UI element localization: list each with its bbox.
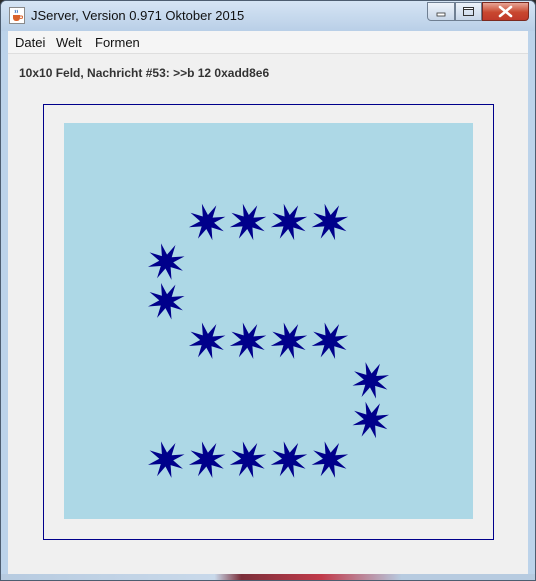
- star-shape: [352, 362, 390, 399]
- window-title: JServer, Version 0.971 Oktober 2015: [31, 8, 245, 23]
- star-shape: [229, 441, 267, 478]
- menu-formen[interactable]: Formen: [95, 35, 140, 50]
- close-button[interactable]: [482, 2, 529, 21]
- menu-welt[interactable]: Welt: [56, 35, 82, 50]
- star-shape: [147, 243, 185, 280]
- star-shape: [270, 441, 308, 478]
- title-bar[interactable]: JServer, Version 0.971 Oktober 2015: [1, 1, 535, 31]
- star-shape: [147, 441, 185, 478]
- java-cup-icon[interactable]: [9, 7, 25, 24]
- board[interactable]: [64, 123, 473, 519]
- star-shape: [270, 203, 308, 241]
- taskbar-strip: [1, 574, 535, 580]
- star-shape: [311, 203, 349, 241]
- star-shape: [188, 203, 226, 241]
- star-shape: [147, 282, 185, 320]
- star-shape: [352, 401, 390, 439]
- app-window: JServer, Version 0.971 Oktober 2015 Date…: [0, 0, 536, 581]
- menu-bar: Datei Welt Formen: [8, 31, 528, 54]
- close-icon: [498, 5, 513, 18]
- star-shape: [188, 441, 226, 478]
- star-shape: [188, 322, 226, 360]
- status-message: 10x10 Feld, Nachricht #53: >>b 12 0xadd8…: [19, 66, 270, 80]
- maximize-button[interactable]: [455, 2, 482, 21]
- board-canvas: [147, 203, 390, 478]
- star-shape: [229, 203, 267, 241]
- minimize-icon: [436, 12, 446, 17]
- client-area: Datei Welt Formen 10x10 Feld, Nachricht …: [8, 31, 528, 574]
- star-shape: [311, 322, 349, 360]
- star-shape: [311, 441, 349, 478]
- menu-datei[interactable]: Datei: [15, 35, 45, 50]
- minimize-button[interactable]: [427, 2, 455, 21]
- star-shape: [229, 322, 267, 360]
- star-shape: [270, 322, 308, 360]
